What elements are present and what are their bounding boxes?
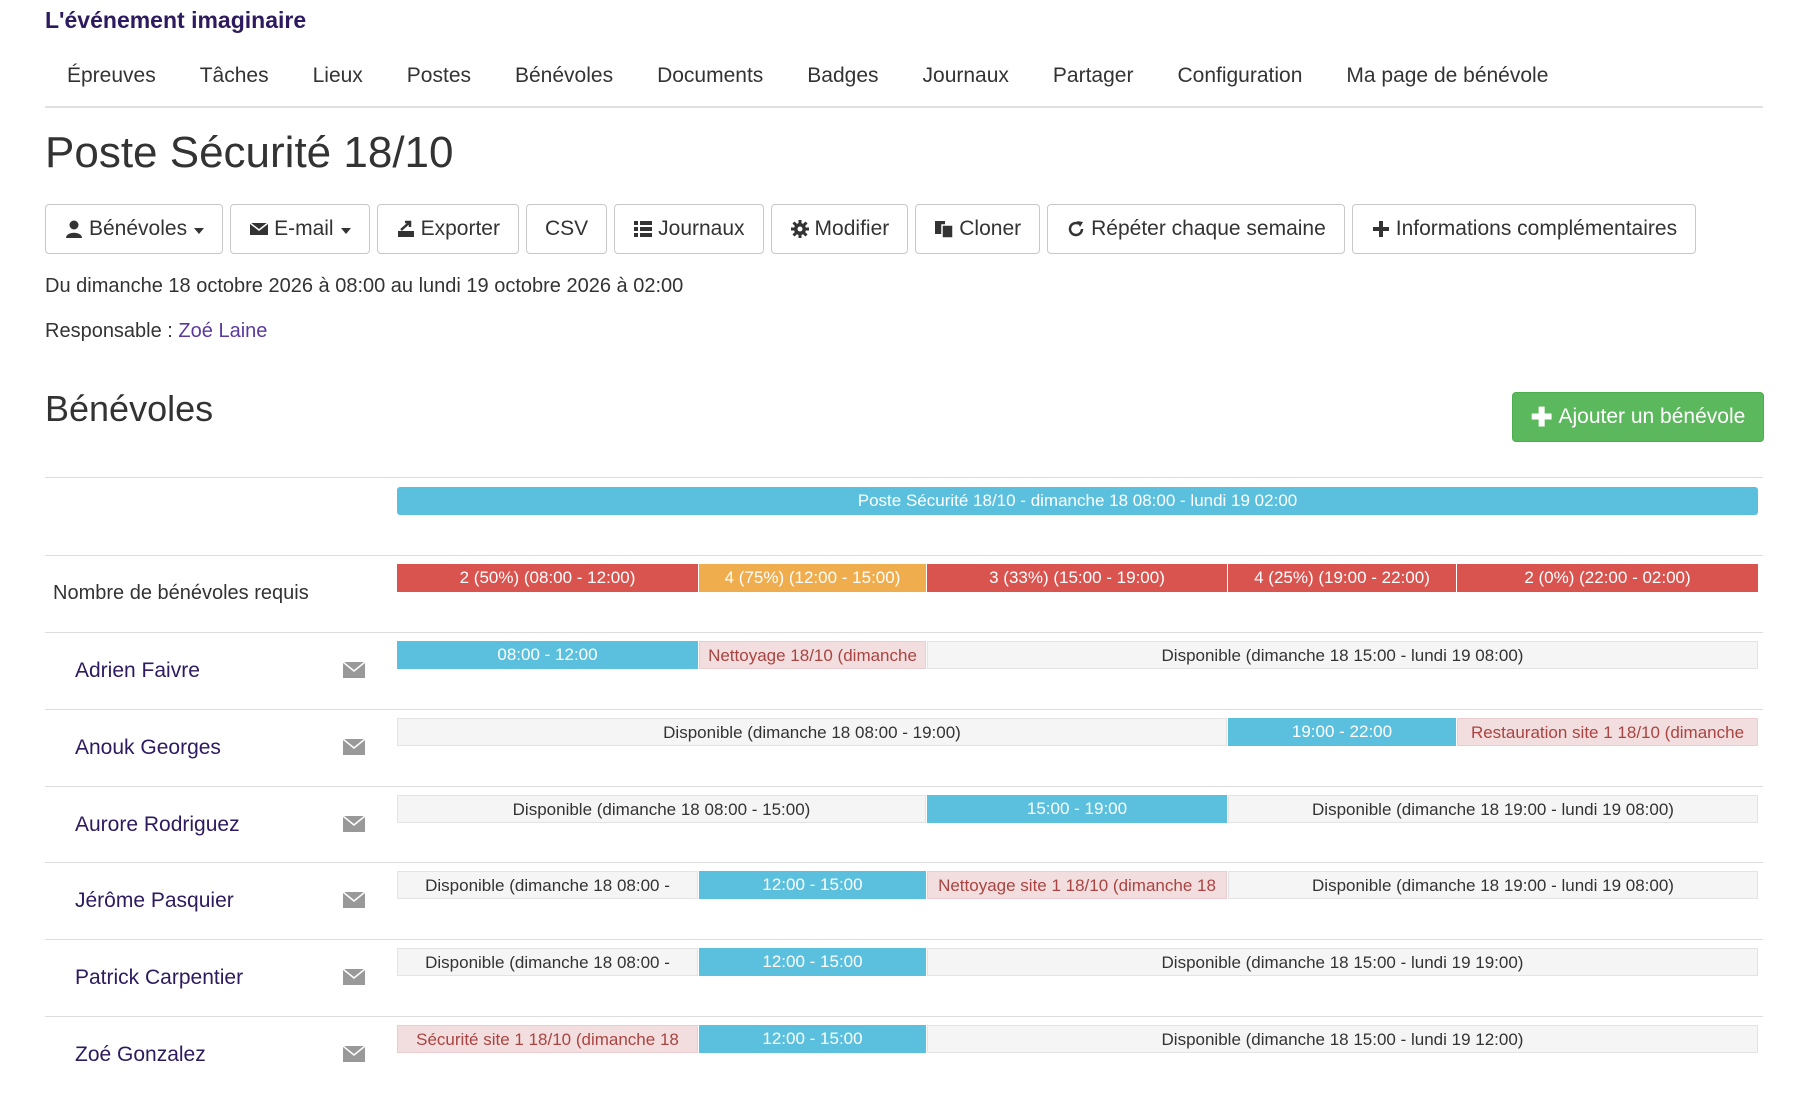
nav-journaux[interactable]: Journaux	[901, 54, 1031, 106]
nav-my-volunteer-page[interactable]: Ma page de bénévole	[1324, 54, 1570, 106]
caret-down-icon	[340, 227, 351, 234]
required-slot-4[interactable]: 4 (25%) (19:00 - 22:00)	[1228, 564, 1456, 592]
required-slot-1[interactable]: 2 (50%) (08:00 - 12:00)	[397, 564, 698, 592]
assigned-slot[interactable]: 19:00 - 22:00	[1228, 718, 1456, 746]
availability-slot[interactable]: Disponible (dimanche 18 19:00 - lundi 19…	[1228, 871, 1758, 899]
divider	[45, 1016, 1763, 1017]
assigned-slot[interactable]: 12:00 - 15:00	[699, 871, 926, 899]
required-count-label: Nombre de bénévoles requis	[53, 582, 309, 604]
email-button-label: E-mail	[274, 217, 334, 240]
conflict-slot[interactable]: Nettoyage site 1 18/10 (dimanche 18	[927, 871, 1227, 899]
nav-documents[interactable]: Documents	[635, 54, 785, 106]
divider	[45, 786, 1763, 787]
volunteers-dropdown-button[interactable]: Bénévoles	[45, 204, 224, 254]
copy-icon	[935, 221, 954, 239]
shift-main-bar[interactable]: Poste Sécurité 18/10 - dimanche 18 08:00…	[397, 487, 1758, 515]
user-icon	[66, 220, 82, 238]
availability-slot[interactable]: Disponible (dimanche 18 15:00 - lundi 19…	[927, 641, 1758, 669]
plus-icon	[1372, 221, 1389, 237]
edit-button[interactable]: Modifier	[770, 204, 909, 254]
plus-icon: ✚	[1530, 402, 1553, 432]
mail-icon[interactable]	[343, 892, 365, 908]
responsible-link[interactable]: Zoé Laine	[178, 320, 267, 342]
availability-slot[interactable]: Disponible (dimanche 18 08:00 -	[397, 871, 698, 899]
divider	[45, 939, 1763, 940]
required-slot-2[interactable]: 4 (75%) (12:00 - 15:00)	[699, 564, 926, 592]
nav-lieux[interactable]: Lieux	[291, 54, 385, 106]
nav-configuration[interactable]: Configuration	[1155, 54, 1324, 106]
csv-button-label: CSV	[544, 217, 589, 240]
mail-icon[interactable]	[343, 816, 365, 832]
logs-button-label: Journaux	[658, 217, 745, 240]
volunteer-name-link[interactable]: Patrick Carpentier	[75, 966, 243, 990]
volunteer-name-link[interactable]: Adrien Faivre	[75, 659, 200, 683]
mail-icon[interactable]	[343, 739, 365, 755]
conflict-slot[interactable]: Sécurité site 1 18/10 (dimanche 18	[397, 1025, 698, 1053]
required-slot-5[interactable]: 2 (0%) (22:00 - 02:00)	[1457, 564, 1758, 592]
volunteers-section-title: Bénévoles	[45, 388, 214, 429]
add-volunteer-label: Ajouter un bénévole	[1558, 405, 1746, 428]
csv-button[interactable]: CSV	[525, 204, 608, 254]
more-info-button-label: Informations complémentaires	[1395, 217, 1678, 240]
repeat-weekly-button-label: Répéter chaque semaine	[1091, 217, 1326, 240]
nav-epreuves[interactable]: Épreuves	[45, 54, 178, 106]
conflict-slot[interactable]: Restauration site 1 18/10 (dimanche	[1457, 718, 1758, 746]
assigned-slot[interactable]: 15:00 - 19:00	[927, 795, 1227, 823]
assigned-slot[interactable]: 12:00 - 15:00	[699, 1025, 926, 1053]
responsible-line: Responsable : Zoé Laine	[45, 320, 267, 343]
list-icon	[634, 221, 653, 237]
nav-benevoles[interactable]: Bénévoles	[493, 54, 635, 106]
assigned-slot[interactable]: 08:00 - 12:00	[397, 641, 698, 669]
shift-dates: Du dimanche 18 octobre 2026 à 08:00 au l…	[45, 275, 684, 297]
logs-button[interactable]: Journaux	[614, 204, 764, 254]
assigned-slot[interactable]: 12:00 - 15:00	[699, 948, 926, 976]
required-slot-3[interactable]: 3 (33%) (15:00 - 19:00)	[927, 564, 1227, 592]
divider	[45, 477, 1763, 478]
responsible-label: Responsable :	[45, 320, 179, 342]
nav-partager[interactable]: Partager	[1031, 54, 1156, 106]
more-info-button[interactable]: Informations complémentaires	[1351, 204, 1697, 254]
volunteer-name-link[interactable]: Jérôme Pasquier	[75, 889, 234, 913]
envelope-icon	[249, 222, 269, 235]
toolbar: Bénévoles E-mail Exporter CSV Journaux M…	[45, 204, 1703, 254]
repeat-weekly-button[interactable]: Répéter chaque semaine	[1047, 204, 1345, 254]
caret-down-icon	[194, 227, 205, 234]
mail-icon[interactable]	[343, 662, 365, 678]
volunteer-name-link[interactable]: Aurore Rodriguez	[75, 813, 240, 837]
conflict-slot[interactable]: Nettoyage 18/10 (dimanche	[699, 641, 926, 669]
volunteer-name-link[interactable]: Anouk Georges	[75, 736, 221, 760]
mail-icon[interactable]	[343, 969, 365, 985]
availability-slot[interactable]: Disponible (dimanche 18 08:00 - 19:00)	[397, 718, 1227, 746]
availability-slot[interactable]: Disponible (dimanche 18 19:00 - lundi 19…	[1228, 795, 1758, 823]
availability-slot[interactable]: Disponible (dimanche 18 15:00 - lundi 19…	[927, 1025, 1758, 1053]
divider	[45, 862, 1763, 863]
brand-title[interactable]: L'événement imaginaire	[45, 7, 306, 34]
clone-button-label: Cloner	[959, 217, 1022, 240]
mail-icon[interactable]	[343, 1046, 365, 1062]
availability-slot[interactable]: Disponible (dimanche 18 15:00 - lundi 19…	[927, 948, 1758, 976]
clone-button[interactable]: Cloner	[915, 204, 1041, 254]
main-nav: Épreuves Tâches Lieux Postes Bénévoles D…	[45, 54, 1763, 108]
page-title: Poste Sécurité 18/10	[45, 128, 454, 177]
nav-postes[interactable]: Postes	[385, 54, 493, 106]
gear-icon	[790, 220, 809, 238]
add-volunteer-button[interactable]: ✚ Ajouter un bénévole	[1512, 392, 1764, 442]
refresh-icon	[1068, 221, 1084, 237]
divider	[45, 555, 1763, 556]
nav-badges[interactable]: Badges	[785, 54, 900, 106]
divider	[45, 709, 1763, 710]
export-button-label: Exporter	[420, 217, 500, 240]
availability-slot[interactable]: Disponible (dimanche 18 08:00 -	[397, 948, 698, 976]
volunteers-button-label: Bénévoles	[89, 217, 188, 240]
export-icon	[397, 220, 414, 237]
nav-taches[interactable]: Tâches	[178, 54, 291, 106]
divider	[45, 632, 1763, 633]
email-dropdown-button[interactable]: E-mail	[230, 204, 370, 254]
export-button[interactable]: Exporter	[376, 204, 519, 254]
edit-button-label: Modifier	[814, 217, 890, 240]
volunteer-name-link[interactable]: Zoé Gonzalez	[75, 1043, 206, 1067]
availability-slot[interactable]: Disponible (dimanche 18 08:00 - 15:00)	[397, 795, 926, 823]
